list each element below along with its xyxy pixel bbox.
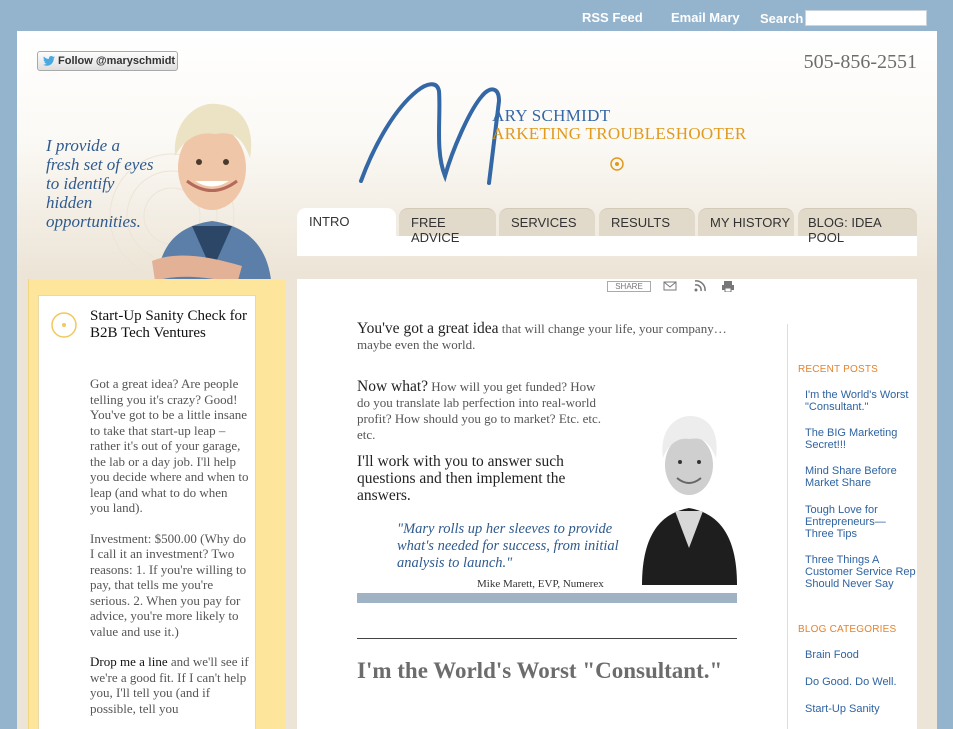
blog-categories-heading: BLOG CATEGORIES	[798, 624, 897, 635]
drop-me-a-line-link[interactable]: Drop me a line	[90, 654, 168, 669]
tab-my-history[interactable]: MY HISTORY	[698, 208, 794, 236]
intro-paragraph-3: I'll work with you to answer such questi…	[357, 453, 566, 504]
mary-photo-bw	[642, 415, 737, 585]
logo-name: ARY SCHMIDT	[492, 106, 611, 125]
tab-services[interactable]: SERVICES	[499, 208, 595, 236]
tab-label: MY HISTORY	[710, 215, 791, 230]
twitter-bird-icon	[43, 56, 55, 66]
category-link[interactable]: Do Good. Do Well.	[798, 676, 916, 688]
recent-post-link[interactable]: Three Things A Customer Service Rep Shou…	[798, 554, 916, 590]
right-column-divider	[787, 324, 788, 729]
email-mary-link[interactable]: Email Mary	[671, 10, 740, 25]
search-input[interactable]	[805, 10, 927, 26]
main-content: SHARE You've got a great idea that will …	[297, 279, 917, 729]
mary-portrait-image	[152, 103, 272, 296]
sidebar-paragraph-3: Drop me a line and we'll see if we're a …	[90, 654, 250, 716]
left-sidebar: Start-Up Sanity Check for B2B Tech Ventu…	[28, 279, 286, 729]
tab-results[interactable]: RESULTS	[599, 208, 695, 236]
intro-paragraph-1: You've got a great idea that will change…	[357, 321, 737, 353]
intro-paragraph-2: Now what? How will you get funded? How d…	[357, 379, 607, 443]
target-icon	[51, 312, 77, 338]
email-icon[interactable]	[663, 280, 677, 292]
print-icon[interactable]	[721, 280, 735, 292]
rss-icon[interactable]	[693, 280, 707, 292]
rss-feed-link[interactable]: RSS Feed	[582, 10, 643, 25]
sidebar-paragraph-1: Got a great idea? Are people telling you…	[90, 376, 249, 515]
tab-label: INTRO	[309, 214, 350, 229]
tab-free-advice[interactable]: FREE ADVICE	[399, 208, 496, 245]
post-title[interactable]: I'm the World's Worst "Consultant."	[357, 657, 737, 684]
recent-posts-heading: RECENT POSTS	[798, 364, 879, 375]
sidebar-body: Got a great idea? Are people telling you…	[90, 376, 250, 729]
top-utility-bar: RSS Feed Email Mary Search	[0, 0, 953, 32]
share-button[interactable]: SHARE	[607, 281, 651, 292]
tab-label: SERVICES	[511, 215, 577, 230]
search-label: Search	[760, 11, 804, 26]
intro-heading-1: You've got a great idea	[357, 320, 499, 337]
testimonial-quote: "Mary rolls up her sleeves to provide wh…	[397, 521, 619, 571]
tab-blog-idea-pool[interactable]: BLOG: IDEA POOL	[798, 208, 917, 245]
right-column: RECENT POSTS I'm the World's Worst "Cons…	[798, 364, 916, 715]
intro-section: You've got a great idea that will change…	[357, 321, 737, 683]
phone-number: 505-856-2551	[803, 51, 917, 73]
page-container: Follow @maryschmidt 505-856-2551 I provi…	[17, 31, 937, 729]
follow-label: Follow @maryschmidt	[58, 55, 176, 67]
testimonial-attribution: Mike Marett, EVP, Numerex	[477, 578, 604, 590]
recent-post-link[interactable]: Mind Share Before Market Share	[798, 465, 916, 489]
sidebar-card: Start-Up Sanity Check for B2B Tech Ventu…	[38, 295, 256, 729]
category-link[interactable]: Start-Up Sanity	[798, 703, 916, 715]
intro-heading-2: Now what?	[357, 378, 429, 395]
tab-intro[interactable]: INTRO	[297, 208, 396, 238]
tab-label: FREE ADVICE	[411, 215, 460, 245]
section-divider	[357, 638, 737, 639]
tab-label: RESULTS	[611, 215, 670, 230]
quote-underline-bar	[357, 593, 737, 603]
sidebar-paragraph-2: Investment: $500.00 (Why do I call it an…	[90, 530, 247, 639]
logo-subtitle: ARKETING TROUBLESHOOTER	[492, 124, 747, 143]
recent-post-link[interactable]: I'm the World's Worst "Consultant."	[798, 389, 916, 413]
twitter-follow-button[interactable]: Follow @maryschmidt	[37, 51, 178, 71]
recent-post-link[interactable]: Tough Love for Entrepreneurs— Three Tips	[798, 504, 916, 540]
category-link[interactable]: Brain Food	[798, 649, 916, 661]
sidebar-title: Start-Up Sanity Check for B2B Tech Ventu…	[90, 308, 248, 341]
recent-post-link[interactable]: The BIG Marketing Secret!!!	[798, 427, 916, 451]
